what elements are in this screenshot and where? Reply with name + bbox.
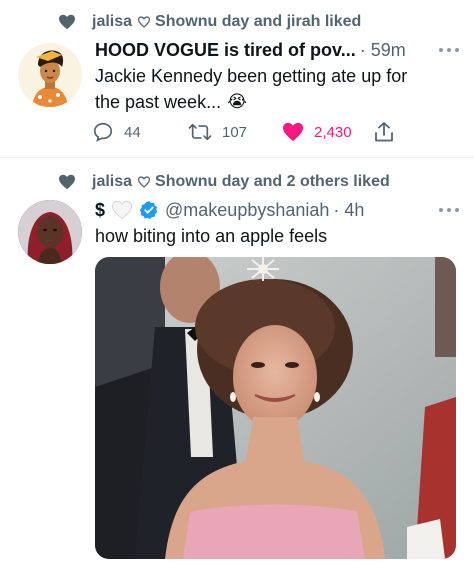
tweet-text: how biting into an apple feels	[95, 226, 328, 246]
more-icon[interactable]	[438, 207, 460, 213]
heart-outline-icon	[137, 16, 151, 28]
tweet-header: HOOD VOGUE is tired of pov... · 59m	[95, 39, 464, 61]
tweet-1[interactable]: jalisa Shownu day and jirah liked HOOD V…	[0, 0, 474, 155]
heart-icon	[59, 174, 75, 190]
author-name[interactable]: $	[95, 200, 105, 221]
like-button[interactable]: 2,430	[282, 120, 352, 144]
photo-illustration	[95, 257, 456, 559]
avatar-photo	[18, 200, 82, 264]
heart-icon	[59, 14, 75, 30]
reply-count: 44	[124, 123, 141, 141]
social-user[interactable]: jalisa	[92, 13, 132, 31]
more-icon[interactable]	[438, 47, 460, 53]
tweet-text: Jackie Kennedy been getting ate up for t…	[95, 63, 460, 115]
heart-icon	[283, 122, 303, 142]
tweet-text-line-2: the past week...	[95, 92, 222, 112]
tweet-header: $ @makeupbyshaniah · 4h	[95, 199, 464, 221]
tweet-text-line-1: Jackie Kennedy been getting ate up for	[95, 66, 408, 86]
avatar[interactable]	[18, 43, 82, 107]
share-button[interactable]	[374, 120, 404, 144]
avatar[interactable]	[18, 200, 82, 264]
social-text: Shownu day and jirah liked	[155, 13, 362, 30]
tweet-time[interactable]: · 4h	[333, 200, 364, 221]
share-icon	[375, 122, 393, 142]
tweet-photo[interactable]	[95, 257, 456, 559]
tweet-actions: 44 107 2,430	[92, 120, 452, 144]
retweet-icon	[188, 123, 212, 141]
tweet-time[interactable]: · 59m	[360, 40, 406, 61]
reply-icon	[93, 122, 113, 142]
avatar-illustration	[18, 43, 82, 107]
social-user[interactable]: jalisa	[92, 173, 132, 191]
verified-icon	[139, 201, 158, 219]
author-name[interactable]: HOOD VOGUE is tired of pov...	[95, 40, 356, 61]
author-handle[interactable]: @makeupbyshaniah	[165, 200, 329, 221]
retweet-count: 107	[222, 123, 248, 141]
white-heart-icon	[112, 200, 133, 220]
reply-button[interactable]: 44	[92, 120, 141, 144]
social-text: Shownu day and 2 others liked	[155, 173, 390, 190]
crying-face-emoji: 😭	[227, 92, 247, 111]
like-count: 2,430	[314, 123, 352, 141]
retweet-button[interactable]: 107	[188, 120, 247, 144]
heart-outline-icon	[137, 176, 151, 188]
